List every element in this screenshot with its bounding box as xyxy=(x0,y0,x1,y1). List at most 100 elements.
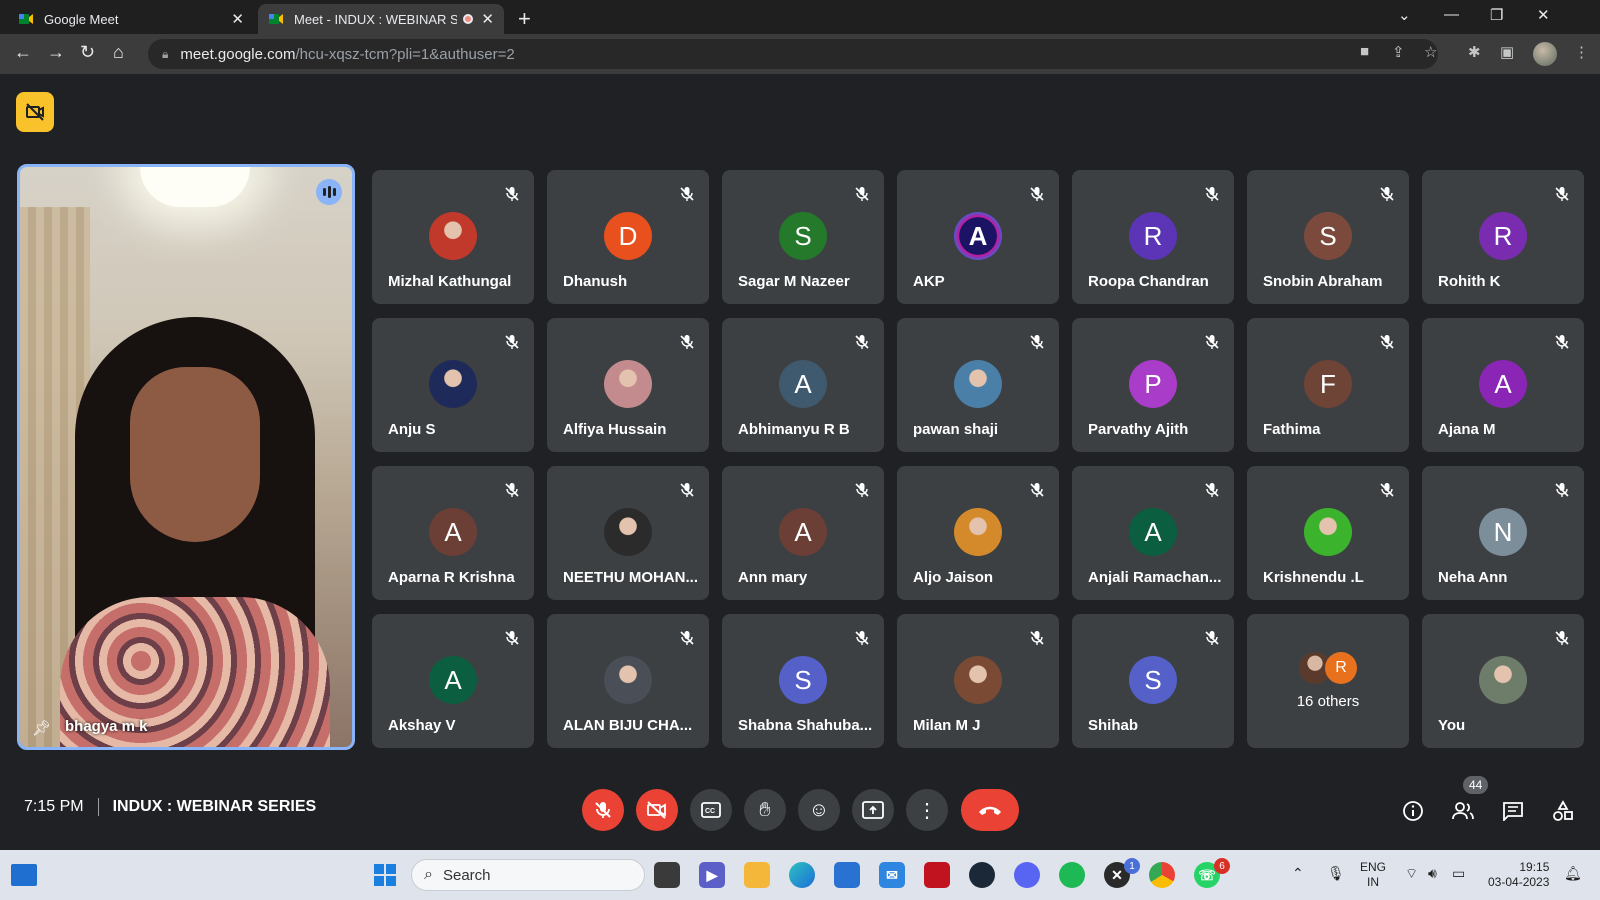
mic-off-icon xyxy=(1204,630,1220,651)
participant-tile[interactable]: Mizhal Kathungal xyxy=(372,170,534,304)
avatar xyxy=(604,508,652,556)
tab-close-icon[interactable]: ✕ xyxy=(481,10,494,28)
taskbar-search[interactable]: ⌕ Search xyxy=(411,859,645,891)
participant-tile[interactable]: D Dhanush xyxy=(547,170,709,304)
volume-icon[interactable]: 🔊︎ xyxy=(1428,866,1437,881)
language-indicator[interactable]: ENG IN xyxy=(1360,860,1386,890)
microphone-tray-icon[interactable]: 🎙︎ xyxy=(1327,866,1345,881)
participant-tile[interactable]: NEETHU MOHAN... xyxy=(547,466,709,600)
close-window-button[interactable]: ✕ xyxy=(1537,6,1550,24)
tab-meet-indux[interactable]: Meet - INDUX : WEBINAR SE ✕ xyxy=(258,4,504,34)
tab-title: Google Meet xyxy=(44,11,119,27)
leave-call-button[interactable] xyxy=(961,789,1019,831)
participant-tile[interactable]: A Anjali Ramachan... xyxy=(1072,466,1234,600)
participant-tile[interactable]: Krishnendu .L xyxy=(1247,466,1409,600)
participant-tile[interactable]: R 16 others xyxy=(1247,614,1409,748)
presenter-tile[interactable]: 📌︎ bhagya m k xyxy=(17,164,355,750)
home-icon[interactable]: ⌂ xyxy=(113,42,124,63)
steam-icon[interactable] xyxy=(969,862,995,888)
restore-button[interactable]: ❐ xyxy=(1490,6,1503,24)
participant-name: NEETHU MOHAN... xyxy=(563,569,698,586)
mail-icon[interactable]: ✉ xyxy=(879,862,905,888)
participant-tile[interactable]: Aljo Jaison xyxy=(897,466,1059,600)
pin-icon[interactable]: 📌︎ xyxy=(32,719,51,737)
speaking-indicator-icon xyxy=(316,179,342,205)
system-clock[interactable]: 19:15 03-04-2023 xyxy=(1488,860,1549,890)
discord-icon[interactable] xyxy=(1014,862,1040,888)
teams-chat-icon[interactable]: ▶ xyxy=(699,862,725,888)
mic-off-button[interactable] xyxy=(582,789,624,831)
participant-tile[interactable]: P Parvathy Ajith xyxy=(1072,318,1234,452)
minimize-button[interactable]: — xyxy=(1444,6,1459,23)
chrome-icon[interactable] xyxy=(1149,862,1175,888)
new-tab-button[interactable]: + xyxy=(518,6,531,32)
show-hidden-icons-chevron-icon[interactable]: ⌃ xyxy=(1292,866,1304,881)
participant-tile[interactable]: You xyxy=(1422,614,1584,748)
url-path: /hcu-xqsz-tcm?pli=1&authuser=2 xyxy=(295,45,515,63)
participant-tile[interactable]: Alfiya Hussain xyxy=(547,318,709,452)
activities-icon[interactable] xyxy=(1550,798,1576,824)
game-app-icon[interactable] xyxy=(924,862,950,888)
notification-bell-icon[interactable]: 🔔︎ xyxy=(1564,866,1582,881)
tab-search-chevron-icon[interactable]: ⌄ xyxy=(1398,6,1411,24)
participant-tile[interactable]: S Snobin Abraham xyxy=(1247,170,1409,304)
edge-icon[interactable] xyxy=(789,862,815,888)
participant-tile[interactable]: Milan M J xyxy=(897,614,1059,748)
reload-button[interactable]: ↻ xyxy=(80,42,95,63)
present-button[interactable] xyxy=(852,789,894,831)
chrome-menu-icon[interactable]: ⋮ xyxy=(1574,43,1589,61)
avatar: A xyxy=(429,656,477,704)
lang-top: ENG xyxy=(1360,860,1387,874)
task-view-icon[interactable] xyxy=(654,862,680,888)
wifi-icon[interactable]: ⌔ xyxy=(1405,866,1418,881)
forward-button[interactable]: → xyxy=(47,42,65,63)
widgets-icon[interactable] xyxy=(11,864,37,886)
participant-tile[interactable]: pawan shaji xyxy=(897,318,1059,452)
participant-tile[interactable]: A Akshay V xyxy=(372,614,534,748)
tab-google-meet[interactable]: Google Meet ✕ xyxy=(8,4,254,34)
meeting-title: INDUX : WEBINAR SERIES xyxy=(112,798,317,815)
avatar: R xyxy=(1129,212,1177,260)
participant-tile[interactable]: A AKP xyxy=(897,170,1059,304)
reactions-button[interactable]: ☺ xyxy=(798,789,840,831)
participant-tile[interactable]: A Ann mary xyxy=(722,466,884,600)
participant-tile[interactable]: F Fathima xyxy=(1247,318,1409,452)
back-button[interactable]: ← xyxy=(14,42,32,63)
participant-name: Aparna R Krishna xyxy=(388,569,515,586)
start-windows-icon[interactable] xyxy=(372,862,398,888)
bookmark-star-icon[interactable]: ☆ xyxy=(1424,43,1437,61)
participant-tile[interactable]: A Aparna R Krishna xyxy=(372,466,534,600)
store-icon[interactable] xyxy=(834,862,860,888)
file-explorer-icon[interactable] xyxy=(744,862,770,888)
share-icon[interactable]: ⇪ xyxy=(1392,43,1405,61)
participant-tile[interactable]: Anju S xyxy=(372,318,534,452)
spotify-icon[interactable] xyxy=(1059,862,1085,888)
raise-hand-button[interactable]: ✋︎ xyxy=(744,789,786,831)
profile-avatar[interactable] xyxy=(1533,42,1557,66)
participant-tile[interactable]: S Sagar M Nazeer xyxy=(722,170,884,304)
participant-tile[interactable]: S Shabna Shahuba... xyxy=(722,614,884,748)
camera-in-use-icon[interactable]: ■ xyxy=(1360,43,1369,60)
side-panel-icon[interactable]: ▣ xyxy=(1500,43,1514,61)
people-icon[interactable] xyxy=(1450,798,1476,824)
camera-off-indicator-icon[interactable] xyxy=(16,92,54,132)
participant-tile[interactable]: A Ajana M xyxy=(1422,318,1584,452)
participant-tile[interactable]: S Shihab xyxy=(1072,614,1234,748)
camera-off-button[interactable] xyxy=(636,789,678,831)
participant-name: pawan shaji xyxy=(913,421,999,438)
participant-tile[interactable]: A Abhimanyu R B xyxy=(722,318,884,452)
presenter-name: bhagya m k xyxy=(65,718,148,735)
participant-tile[interactable]: R Roopa Chandran xyxy=(1072,170,1234,304)
tab-close-icon[interactable]: ✕ xyxy=(231,10,244,28)
battery-icon[interactable]: ▭ xyxy=(1452,866,1465,881)
captions-button[interactable]: CC xyxy=(690,789,732,831)
participant-tile[interactable]: R Rohith K xyxy=(1422,170,1584,304)
participant-tile[interactable]: ALAN BIJU CHA... xyxy=(547,614,709,748)
meeting-details-icon[interactable] xyxy=(1400,798,1426,824)
avatar: P xyxy=(1129,360,1177,408)
more-options-button[interactable]: ⋮ xyxy=(906,789,948,831)
participant-tile[interactable]: N Neha Ann xyxy=(1422,466,1584,600)
address-bar[interactable]: 🔒︎ meet.google.com/hcu-xqsz-tcm?pli=1&au… xyxy=(148,39,1438,69)
chat-icon[interactable] xyxy=(1500,798,1526,824)
extensions-icon[interactable]: ✱ xyxy=(1468,43,1481,61)
